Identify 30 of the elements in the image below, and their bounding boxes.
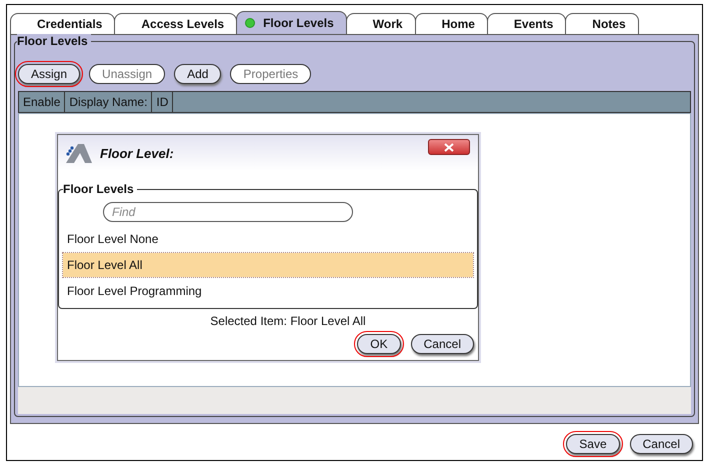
toolbar-button[interactable]: Add [174, 64, 222, 84]
list-item[interactable]: Floor Level None [63, 227, 473, 251]
tab-label: Credentials [37, 17, 102, 31]
tab-label: Events [514, 17, 554, 31]
group-title: Floor Levels [63, 182, 137, 196]
dialog-button[interactable]: Cancel [410, 334, 474, 354]
footer-button[interactable]: Save [566, 434, 620, 454]
column-header[interactable]: Enable [19, 92, 66, 112]
tab-label: Access Levels [141, 17, 224, 31]
tab-label: Notes [592, 17, 626, 31]
tab[interactable]: Notes [565, 13, 639, 34]
dialog-title: Floor Level: [100, 146, 174, 160]
column-header[interactable]: ID [152, 92, 174, 112]
column-header[interactable]: Display Name: [65, 92, 152, 112]
search-field[interactable]: Find [103, 202, 353, 222]
close-icon [444, 142, 454, 152]
tab-label: Home [442, 17, 475, 31]
logo-icon [64, 142, 94, 164]
tab-label: Floor Levels [263, 16, 334, 30]
dialog-button[interactable]: OK [357, 334, 401, 354]
toolbar-button[interactable]: Assign [18, 64, 80, 84]
tab-label: Work [372, 17, 403, 31]
list-item[interactable]: Floor Level All [63, 253, 473, 277]
close-button[interactable] [428, 139, 470, 155]
group-title: Floor Levels [17, 34, 91, 48]
footer-button[interactable]: Cancel [630, 434, 693, 454]
tab[interactable]: Floor Levels [236, 11, 347, 34]
tab[interactable]: Credentials [10, 13, 116, 34]
selected-item-text: Selected Item: Floor Level All [209, 314, 367, 328]
list-item[interactable]: Floor Level Programming [63, 279, 473, 303]
